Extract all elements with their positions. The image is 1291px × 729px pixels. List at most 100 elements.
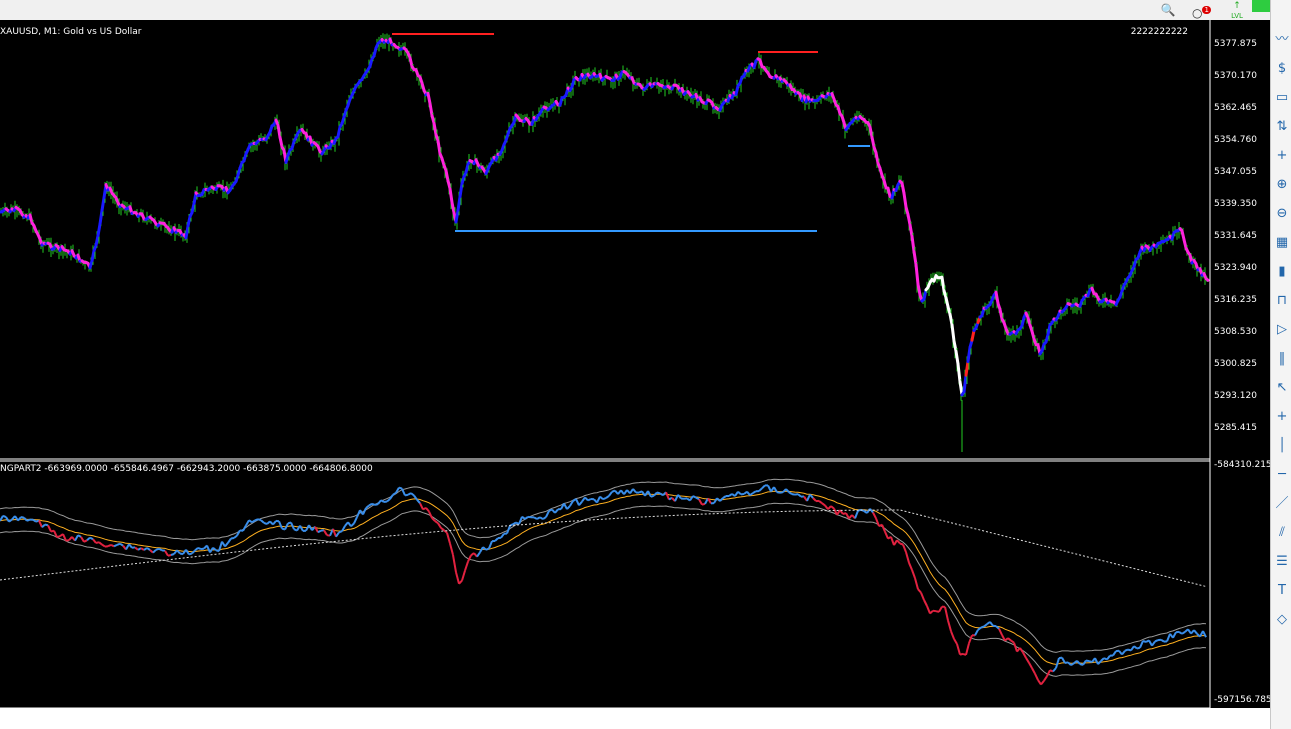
indicator-main-line [170, 553, 175, 556]
fibonacci-icon[interactable]: ☰ [1273, 552, 1291, 572]
indicator-main-line [1010, 639, 1015, 644]
indicator-main-line [1154, 639, 1159, 643]
indicator-main-line [653, 491, 658, 497]
indicator-main-line [587, 498, 592, 502]
indicator-main-line [1106, 654, 1111, 661]
indicator-main-line [56, 535, 61, 539]
indicator-main-line [194, 547, 199, 552]
indicator-main-line [659, 492, 664, 497]
indicator-main-line [989, 621, 994, 627]
price-segment [874, 151, 880, 165]
shapes-icon[interactable]: ◇ [1273, 610, 1291, 630]
price-segment [458, 182, 464, 199]
indicator-main-line [485, 547, 490, 551]
indicator-main-line [959, 652, 964, 656]
price-tick-label: 5316.235 [1214, 295, 1257, 305]
trend-line-icon[interactable]: ／ [1273, 494, 1291, 514]
price-segment [948, 312, 954, 327]
add-icon[interactable]: + [1273, 146, 1291, 166]
indicator-main-line [1160, 638, 1165, 643]
price-segment [954, 349, 960, 366]
price-segment [940, 275, 946, 293]
notification-count: 1 [1202, 6, 1211, 14]
zoom-out-icon[interactable]: ⊖ [1273, 204, 1291, 224]
indicator-main-line [950, 630, 955, 640]
zoom-in-icon[interactable]: ⊕ [1273, 175, 1291, 195]
channel-icon[interactable]: ⫽ [1273, 523, 1291, 543]
indicator-mid-line [0, 490, 1207, 665]
text-icon[interactable]: T [1273, 581, 1291, 601]
grid-icon[interactable]: ▦ [1273, 233, 1291, 253]
indicator-main-line [1046, 669, 1051, 677]
indicator-main-line [650, 494, 655, 498]
indicator-main-line [116, 542, 121, 546]
indicator-main-line [107, 543, 112, 548]
indicator-main-line [98, 541, 103, 546]
indicator-main-line [1052, 667, 1057, 673]
price-segment [336, 125, 342, 139]
indicator-main-line [821, 502, 826, 507]
search-icon[interactable]: 🔍 [1160, 1, 1176, 19]
indicator-main-line [980, 625, 985, 629]
price-segment [910, 234, 916, 253]
indicator-main-line [791, 493, 796, 496]
price-segment [908, 223, 914, 238]
notifications-icon[interactable]: ○ 1 [1192, 1, 1211, 20]
indicator-main-line [119, 542, 124, 547]
price-segment [902, 191, 908, 209]
indicator-main-line [140, 547, 145, 551]
chart-canvas[interactable] [0, 20, 1270, 708]
indicator-main-line [47, 524, 52, 533]
play-icon[interactable]: ▷ [1273, 320, 1291, 340]
indicator-main-line [461, 570, 466, 581]
price-segment [436, 139, 442, 156]
trade-icon[interactable]: ⇅ [1273, 117, 1291, 137]
indicator-main-line [1055, 657, 1060, 669]
indicator-main-line [518, 516, 523, 525]
horizontal-line-icon[interactable]: ─ [1273, 465, 1291, 485]
indicator-main-line [608, 491, 613, 497]
price-segment [1204, 277, 1210, 282]
price-segment [444, 169, 450, 183]
lvl-label: LVL [1231, 12, 1243, 20]
indicator-main-line [254, 518, 259, 522]
line-chart-icon[interactable]: 〰 [1273, 30, 1291, 50]
cursor-icon[interactable]: ↖ [1273, 378, 1291, 398]
indicator-main-line [647, 490, 652, 498]
indicator-main-line [677, 494, 682, 500]
indicator-main-line [827, 505, 832, 510]
indicator-main-line [317, 529, 322, 534]
bars-icon[interactable]: ‖ [1273, 349, 1291, 369]
candles-icon[interactable]: ▮ [1273, 262, 1291, 282]
indicator-main-line [1172, 631, 1177, 639]
indicator-main-line [1028, 662, 1033, 669]
indicator-main-line [599, 495, 604, 500]
price-tick-label: 5339.350 [1214, 199, 1257, 209]
lvl-icon[interactable]: ↑ LVL [1226, 1, 1248, 20]
dollar-icon[interactable]: $ [1273, 59, 1291, 79]
indicator-bottom-label: -597156.7850 [1214, 695, 1270, 705]
price-tick-label: 5323.940 [1214, 263, 1257, 273]
vertical-line-icon[interactable]: │ [1273, 436, 1291, 456]
indicator-main-line [2, 514, 7, 519]
indicator-main-line [944, 606, 949, 621]
crosshair-icon[interactable]: + [1273, 407, 1291, 427]
indicator-main-line [602, 497, 607, 501]
indicator-main-line [188, 552, 193, 556]
lock-icon[interactable]: ⊓ [1273, 291, 1291, 311]
indicator-main-line [464, 561, 469, 571]
indicator-main-line [692, 495, 697, 499]
indicator-main-line [149, 549, 154, 554]
indicator-main-line [362, 507, 367, 515]
indicator-main-line [923, 599, 928, 607]
indicator-main-line [1124, 648, 1129, 652]
indicator-main-line [758, 487, 763, 492]
indicator-main-line [38, 520, 43, 528]
indicator-main-line [1031, 667, 1036, 675]
chart-area[interactable]: XAUUSD, M1: Gold vs US Dollar 2222222222… [0, 20, 1270, 708]
indicator-main-line [545, 510, 550, 518]
indicator-main-line [899, 542, 904, 546]
indicator-main-line [521, 515, 526, 520]
folder-icon[interactable]: ▭ [1273, 88, 1291, 108]
price-tick-label: 5370.170 [1214, 71, 1257, 81]
